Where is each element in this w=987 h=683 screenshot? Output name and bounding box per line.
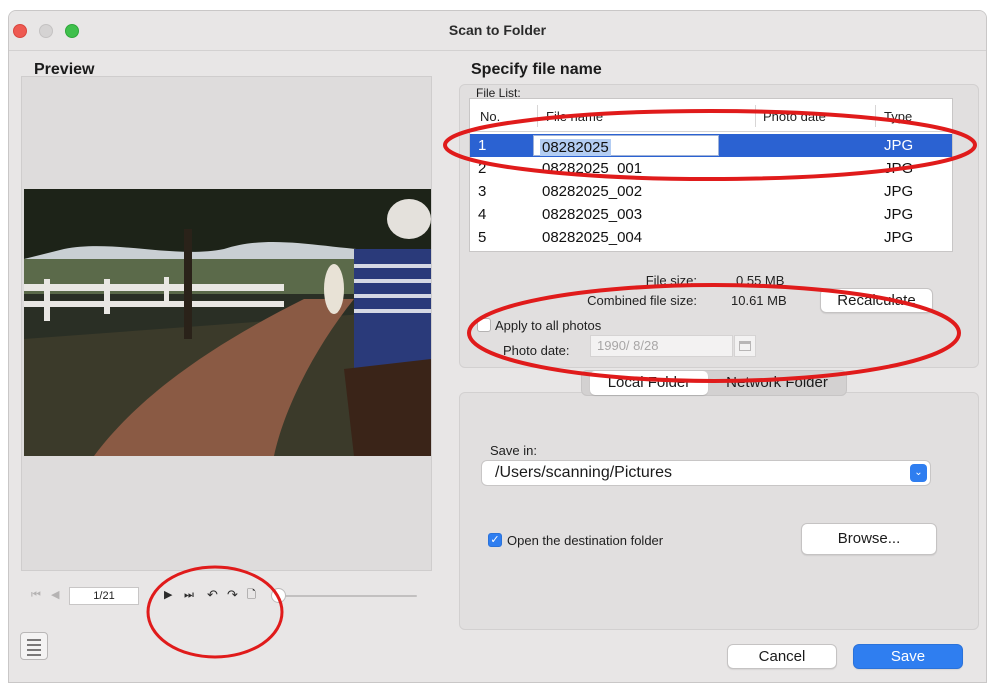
save-button[interactable]: Save	[853, 644, 963, 669]
file-size-label: File size:	[645, 273, 697, 288]
save-in-select[interactable]: /Users/scanning/Pictures ⌄	[481, 460, 931, 486]
table-row[interactable]: 5 08282025_004 JPG	[470, 226, 952, 249]
row-type: JPG	[884, 229, 914, 246]
next-page-icon[interactable]: ▶	[164, 588, 172, 602]
row-number: 2	[478, 160, 487, 177]
table-row[interactable]: 4 08282025_003 JPG	[470, 203, 952, 226]
calendar-icon[interactable]	[734, 335, 756, 357]
cancel-button[interactable]: Cancel	[727, 644, 837, 669]
row-type: JPG	[884, 206, 914, 223]
file-size-value: 0.55 MB	[736, 273, 785, 288]
row-number: 4	[478, 206, 487, 223]
combined-file-size-label: Combined file size:	[587, 293, 697, 308]
open-destination-checkbox[interactable]: ✓	[488, 533, 502, 547]
row-file-name: 08282025_002	[542, 183, 643, 200]
page-indicator-field[interactable]: 1/21	[69, 587, 139, 605]
browse-button[interactable]: Browse...	[801, 523, 937, 555]
file-name-edit-text: 08282025	[540, 139, 611, 156]
column-header-photo-date[interactable]: Photo date	[763, 109, 826, 124]
row-type: JPG	[884, 183, 914, 200]
photo-date-field[interactable]: 1990/ 8/28	[590, 335, 733, 357]
column-header-no[interactable]: No.	[480, 109, 500, 124]
window-title: Scan to Folder	[448, 22, 547, 38]
prev-page-icon[interactable]: ◀	[51, 588, 59, 602]
row-number: 1	[478, 137, 487, 154]
recalculate-button[interactable]: Recalculate	[820, 288, 933, 313]
row-number: 3	[478, 183, 487, 200]
zoom-slider-track[interactable]	[277, 595, 417, 597]
row-file-name: 08282025_003	[542, 206, 643, 223]
combined-file-size-value: 10.61 MB	[731, 293, 787, 308]
preview-pane	[21, 76, 432, 571]
destination-group	[459, 392, 979, 630]
preview-controls: ⏮ ◀ 1/21 ▶ ⏭ ↶ ↷ 🗋	[21, 584, 432, 608]
table-header: No. File name Photo date Type	[470, 99, 952, 132]
save-in-label: Save in:	[490, 443, 537, 458]
file-list-table: No. File name Photo date Type 1 08282025…	[469, 98, 953, 252]
tab-network-folder[interactable]: Network Folder	[710, 371, 844, 395]
column-header-file-name[interactable]: File name	[546, 109, 603, 124]
row-file-name: 08282025_004	[542, 229, 643, 246]
row-file-name: 08282025_001	[542, 160, 643, 177]
photo-date-label: Photo date:	[503, 343, 570, 358]
row-type: JPG	[884, 160, 914, 177]
preview-photo	[24, 189, 431, 456]
first-page-icon[interactable]: ⏮	[31, 588, 41, 602]
row-number: 5	[478, 229, 487, 246]
apply-to-all-label: Apply to all photos	[495, 318, 602, 333]
last-page-icon[interactable]: ⏭	[184, 588, 194, 602]
sidebar-toggle-icon[interactable]	[20, 632, 48, 660]
title-bar: Scan to Folder	[9, 11, 986, 51]
open-destination-label: Open the destination folder	[507, 533, 664, 548]
row-type: JPG	[884, 137, 914, 154]
table-row[interactable]: 2 08282025_001 JPG	[470, 157, 952, 180]
zoom-slider-knob[interactable]	[271, 588, 286, 603]
rotate-left-icon[interactable]: ↶	[207, 588, 218, 602]
save-in-path: /Users/scanning/Pictures	[495, 464, 672, 481]
delete-page-icon[interactable]: 🗋	[247, 588, 256, 602]
column-header-type[interactable]: Type	[884, 109, 912, 124]
destination-tabs: Local Folder Network Folder	[581, 370, 847, 396]
specify-file-name-heading: Specify file name	[471, 61, 602, 78]
apply-to-all-checkbox[interactable]	[477, 318, 491, 332]
table-row[interactable]: 1 08282025 JPG	[470, 134, 952, 157]
table-row[interactable]: 3 08282025_002 JPG	[470, 180, 952, 203]
file-name-edit-field[interactable]: 08282025	[533, 135, 719, 156]
rotate-right-icon[interactable]: ↷	[227, 588, 238, 602]
tab-local-folder[interactable]: Local Folder	[590, 371, 708, 395]
chevron-down-icon: ⌄	[910, 464, 927, 482]
